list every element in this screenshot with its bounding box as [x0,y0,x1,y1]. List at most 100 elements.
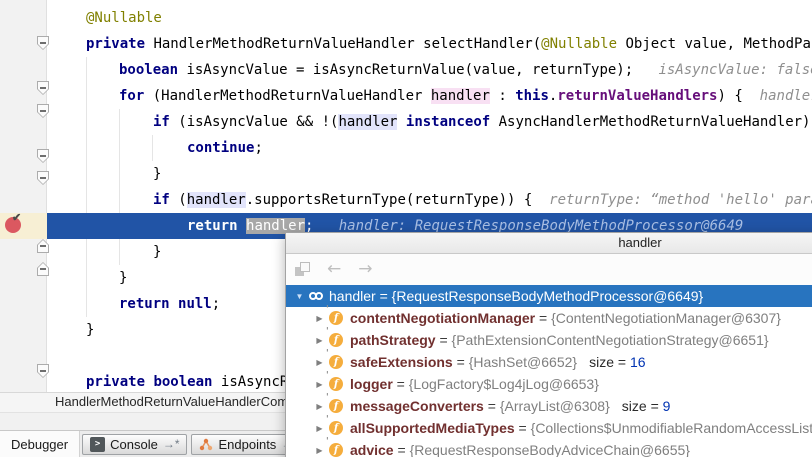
breakpoint-icon[interactable]: ✔ [5,217,21,233]
tab-console[interactable]: > Console →* [82,434,187,455]
tab-label: Debugger [11,437,68,452]
code-token [397,114,405,130]
code-line: private HandlerMethodReturnValueHandler … [47,31,812,57]
code-token: } [119,270,127,286]
variable-name: allSupportedMediaTypes [350,420,515,436]
inline-debug-hint: handler: Re [743,88,812,104]
variable-row-logger[interactable]: ▶flogger = {LogFactory$Log4jLog@6653} [286,373,812,395]
popup-header[interactable]: handler [286,233,812,254]
fold-marker-icon[interactable] [37,364,49,378]
collapse-chevron-icon[interactable]: ▼ [293,292,306,301]
code-token: handler [338,114,397,130]
code-line: } [47,161,812,187]
statusbar-class-name: HandlerMethodReturnValueHandlerCom [55,394,288,409]
back-arrow-icon[interactable]: ← [327,261,341,278]
variable-value: {RequestResponseBodyAdviceChain@6655} [410,442,690,457]
code-token: this [515,88,549,104]
debugger-variable-popup: handler ← → ▼ handler = {RequestResponseB… [285,232,812,457]
equals-sign: = [436,332,452,348]
fold-marker-icon[interactable] [37,262,49,276]
code-token: private [86,36,145,52]
equals-sign: = [535,310,551,326]
code-token: @Nullable [86,10,162,26]
code-token: Object value, MethodParamete [617,36,812,52]
fold-marker-icon[interactable] [37,104,49,118]
field-icon: f [329,377,343,391]
expand-chevron-icon[interactable]: ▶ [313,380,326,389]
variable-row-messageConverters[interactable]: ▶fmessageConverters = {ArrayList@6308}si… [286,395,812,417]
equals-sign: = [394,442,410,457]
code-token: HandlerMethodReturnValueHandler selectHa… [145,36,541,52]
variable-name: pathStrategy [350,332,436,348]
code-token: } [153,166,161,182]
size-value: 9 [663,398,671,414]
variables-tree[interactable]: ▼ handler = {RequestResponseBodyMethodPro… [286,285,812,457]
code-token: ; [212,296,220,312]
variable-row-contentNegotiationManager[interactable]: ▶f contentNegotiationManager = {ContentNe… [286,307,812,329]
expand-chevron-icon[interactable]: ▶ [313,358,326,367]
code-token [170,296,178,312]
expand-chevron-icon[interactable]: ▶ [313,314,326,323]
code-token: ) { [718,88,743,104]
field-icon: f [329,311,343,325]
code-token: ( [170,192,187,208]
fold-marker-icon[interactable] [37,171,49,185]
equals-sign: = [614,354,630,370]
variable-value: {ContentNegotiationManager@6307} [551,310,781,326]
code-token: handler [187,192,246,208]
editor-gutter[interactable]: ✔ [0,0,47,392]
fold-marker-icon[interactable] [37,239,49,253]
fold-marker-icon[interactable] [37,149,49,163]
inline-debug-hint: returnType: “method 'hello' paramete [532,192,812,208]
expand-chevron-icon[interactable]: ▶ [313,336,326,345]
variable-row-pathStrategy[interactable]: ▶fpathStrategy = {PathExtensionContentNe… [286,329,812,351]
forward-arrow-icon[interactable]: → [358,261,372,278]
tab-label: Console [110,437,158,452]
expand-chevron-icon[interactable]: ▶ [313,424,326,433]
tab-group: Debugger > Console →* Endpoints →* [0,431,308,457]
variable-value: {RequestResponseBodyMethodProcessor@6649… [392,288,704,304]
expand-chevron-icon[interactable]: ▶ [313,402,326,411]
console-icon: > [90,437,105,452]
variable-row-advice[interactable]: ▶fadvice = {RequestResponseBodyAdviceCha… [286,439,812,457]
variable-value: {PathExtensionContentNegotiationStrategy… [452,332,769,348]
variable-row-handler[interactable]: ▼handler = {RequestResponseBodyMethodPro… [286,285,812,307]
variable-name: advice [350,442,394,457]
variable-name: logger [350,376,393,392]
field-icon: f [329,443,343,457]
variable-row-safeExtensions[interactable]: ▶fsafeExtensions = {HashSet@6652}size = … [286,351,812,373]
expand-chevron-icon[interactable]: ▶ [313,446,326,455]
fold-marker-icon[interactable] [37,36,49,50]
fold-marker-icon[interactable] [37,81,49,95]
copy-icon[interactable] [295,262,310,277]
watch-icon [309,292,323,300]
tab-label: Endpoints [218,437,276,452]
variable-name: contentNegotiationManager [350,310,535,326]
variable-row-allSupportedMediaTypes[interactable]: ▶fallSupportedMediaTypes = {Collections$… [286,417,812,439]
code-token: private [86,374,145,390]
code-token: null [178,296,212,312]
tab-arrow-icon[interactable]: →* [163,437,180,451]
breakpoint-verified-check-icon: ✔ [12,211,21,224]
ide-window: ✔ @Nullable private HandlerMethodReturnVa… [0,0,812,457]
code-line: if (isAsyncValue && !(handler instanceof… [47,109,812,135]
size-value: 16 [630,354,646,370]
code-token: (HandlerMethodReturnValueHandler [144,88,431,104]
variable-value: {Collections$UnmodifiableRandomAccessLis… [531,420,812,436]
code-line: boolean isAsyncValue = isAsyncReturnValu… [47,57,812,83]
code-token: for [119,88,144,104]
breakpoint-line-gutter: ✔ [0,213,47,239]
variable-name: messageConverters [350,398,484,414]
variable-name: handler [329,288,376,304]
code-token: ; [254,140,262,156]
code-line: if (handler.supportsReturnType(returnTyp… [47,187,812,213]
variable-value: {HashSet@6652} [469,354,577,370]
tab-debugger[interactable]: Debugger [0,431,80,457]
field-icon: f [329,399,343,413]
equals-sign: = [453,354,469,370]
code-token: boolean [153,374,212,390]
code-token: isAsyncValue = isAsyncReturnValue(value,… [178,62,633,78]
endpoints-icon [199,438,213,451]
code-token: boolean [119,62,178,78]
code-line: @Nullable [47,5,812,31]
